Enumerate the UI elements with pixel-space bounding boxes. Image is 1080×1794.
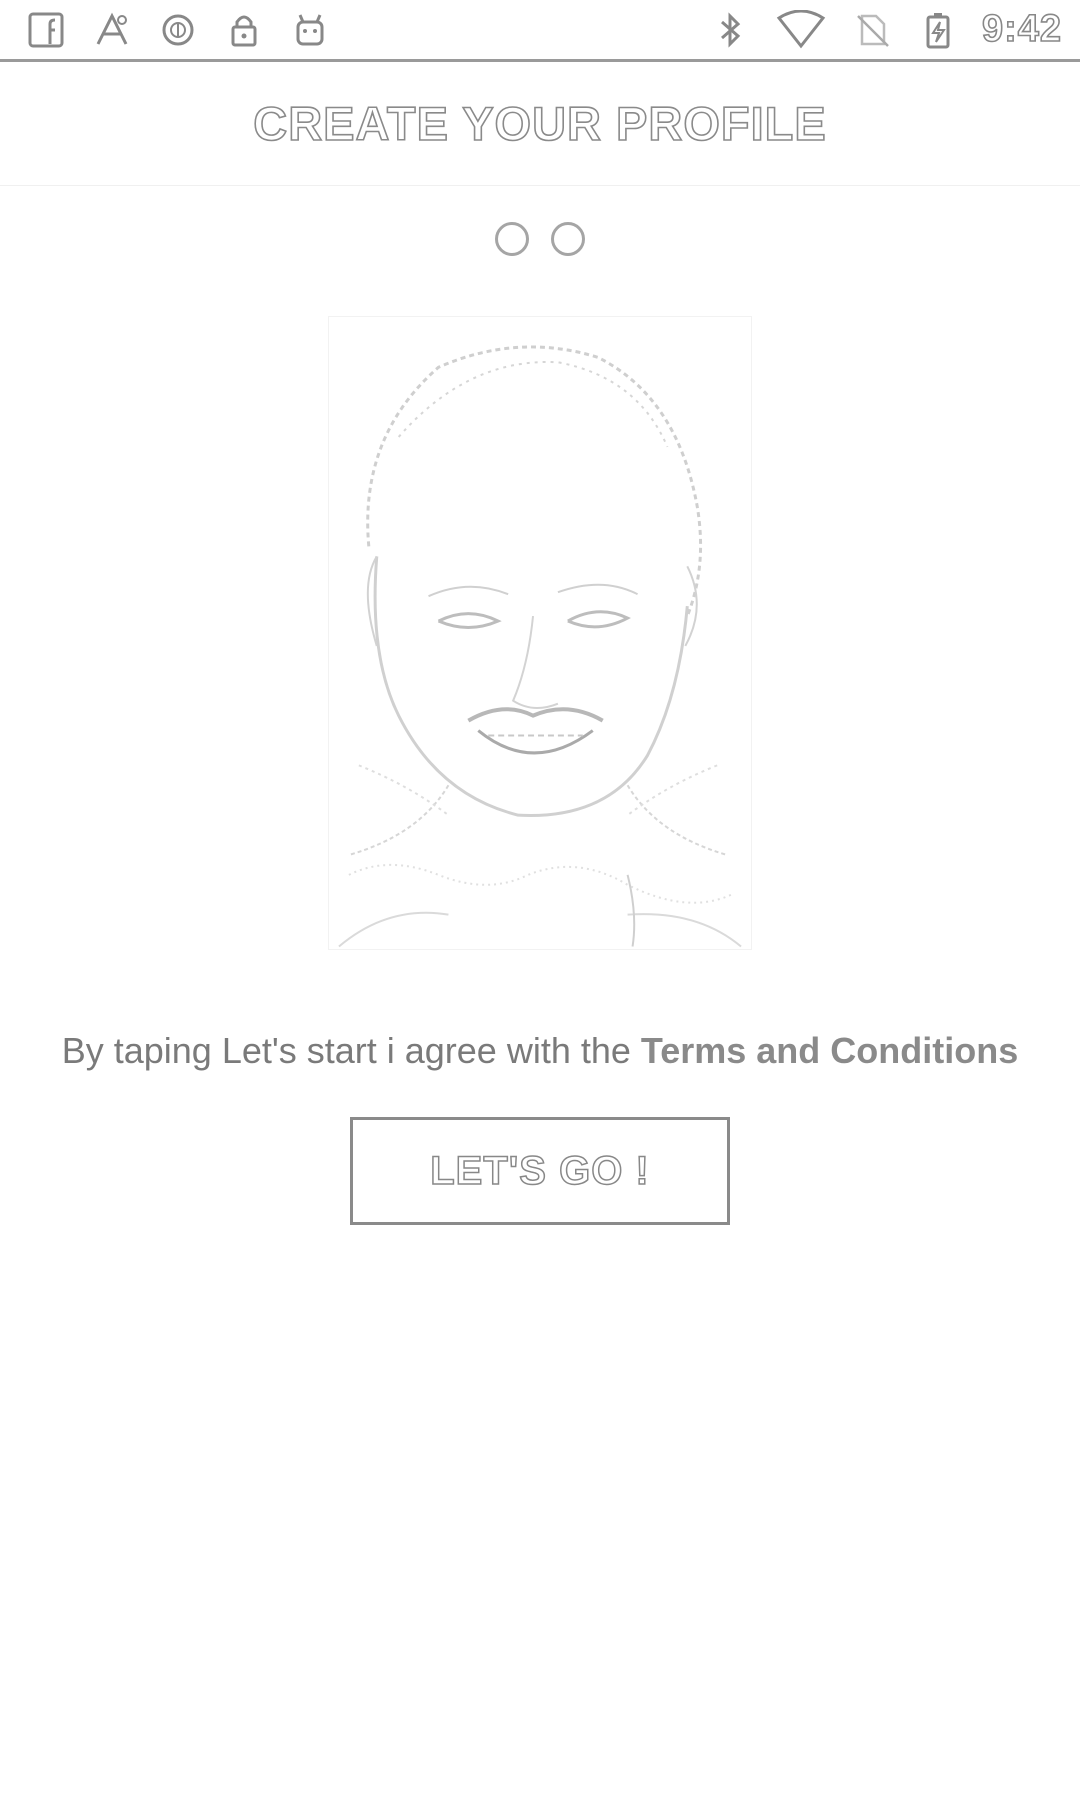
status-right: 9:42 xyxy=(708,7,1062,52)
app-icon xyxy=(90,8,134,52)
battery-charging-icon xyxy=(916,8,960,52)
page-title: CREATE YOUR PROFILE xyxy=(252,96,827,151)
terms-link[interactable]: Terms and Conditions xyxy=(641,1030,1018,1071)
android-icon xyxy=(288,8,332,52)
page-dot-1[interactable] xyxy=(495,222,529,256)
facebook-icon xyxy=(24,8,68,52)
circle-icon xyxy=(156,8,200,52)
status-bar: 9:42 xyxy=(0,0,1080,62)
status-left xyxy=(24,8,332,52)
no-sim-icon xyxy=(850,8,894,52)
app-header: CREATE YOUR PROFILE xyxy=(0,62,1080,186)
profile-photo-sketch xyxy=(338,345,742,948)
lock-icon xyxy=(222,8,266,52)
terms-prefix: By taping Let's start i agree with the xyxy=(61,1030,641,1071)
page-dot-2[interactable] xyxy=(551,222,585,256)
status-time: 9:42 xyxy=(981,7,1062,51)
lets-go-button-label: LET'S GO ! xyxy=(429,1148,650,1194)
profile-photo xyxy=(328,316,752,950)
bluetooth-icon xyxy=(708,8,752,52)
wifi-icon xyxy=(774,8,828,52)
lets-go-button[interactable]: LET'S GO ! xyxy=(350,1117,730,1225)
page-indicator xyxy=(0,222,1080,256)
terms-text: By taping Let's start i agree with the T… xyxy=(0,1030,1080,1072)
